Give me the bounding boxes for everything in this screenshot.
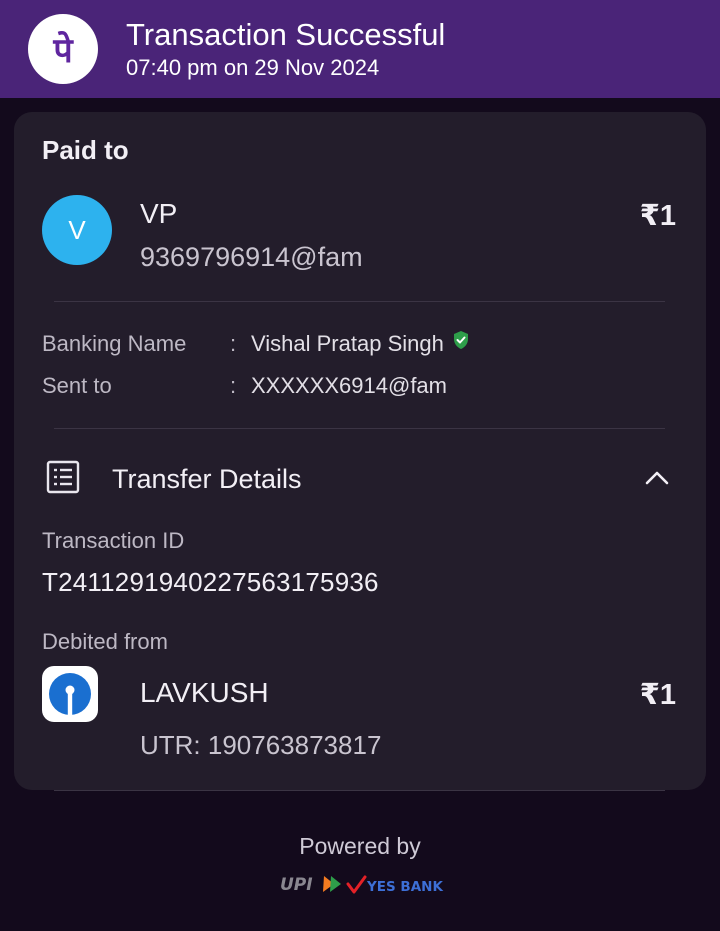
transfer-details-title[interactable]: Transfer Details (112, 464, 302, 495)
yes-bank-logo: YES BANK (346, 874, 446, 901)
status-header: पे Transaction Successful 07:40 pm on 29… (0, 0, 720, 98)
shield-check-icon (452, 330, 470, 356)
transaction-card: Paid to V VP 9369796914@fam ₹1 Banking N… (14, 112, 706, 790)
receipt-icon (46, 460, 80, 499)
phonepe-logo: पे (28, 14, 98, 84)
sent-to-separator: : (230, 373, 237, 398)
transaction-id-value[interactable]: T2411291940227563175936 (42, 567, 379, 598)
banking-name-value: Vishal Pratap Singh (251, 331, 470, 357)
powered-by-text: Powered by (299, 833, 421, 859)
paid-to-heading: Paid to (42, 135, 129, 165)
sbi-bank-logo (42, 666, 98, 722)
debit-account-name: LAVKUSH (140, 677, 269, 708)
divider (54, 301, 665, 302)
avatar: V (42, 195, 112, 265)
sent-to-label: Sent to (42, 373, 112, 398)
avatar-letter: V (68, 214, 86, 245)
debited-amount: ₹1 (639, 679, 676, 711)
paid-amount: ₹1 (639, 200, 676, 232)
status-title: Transaction Successful (126, 17, 446, 52)
svg-text:UPI: UPI (280, 875, 313, 895)
sent-to-value: XXXXXX6914@fam (251, 373, 447, 398)
chevron-up-icon[interactable] (644, 468, 670, 493)
divider (54, 428, 665, 429)
svg-text:पे: पे (52, 30, 74, 71)
utr-number[interactable]: UTR: 190763873817 (140, 730, 381, 761)
payee-name: VP (140, 198, 178, 229)
debited-from-label: Debited from (42, 629, 168, 654)
svg-text:YES BANK: YES BANK (366, 879, 443, 895)
upi-logo: UPI (280, 873, 344, 902)
banking-name-text: Vishal Pratap Singh (251, 331, 444, 356)
footer-divider (54, 790, 665, 791)
banking-name-label: Banking Name (42, 331, 187, 356)
transaction-timestamp: 07:40 pm on 29 Nov 2024 (126, 55, 380, 80)
payee-upi-id: 9369796914@fam (140, 242, 363, 272)
transaction-id-label: Transaction ID (42, 528, 185, 553)
banking-name-separator: : (230, 331, 237, 356)
